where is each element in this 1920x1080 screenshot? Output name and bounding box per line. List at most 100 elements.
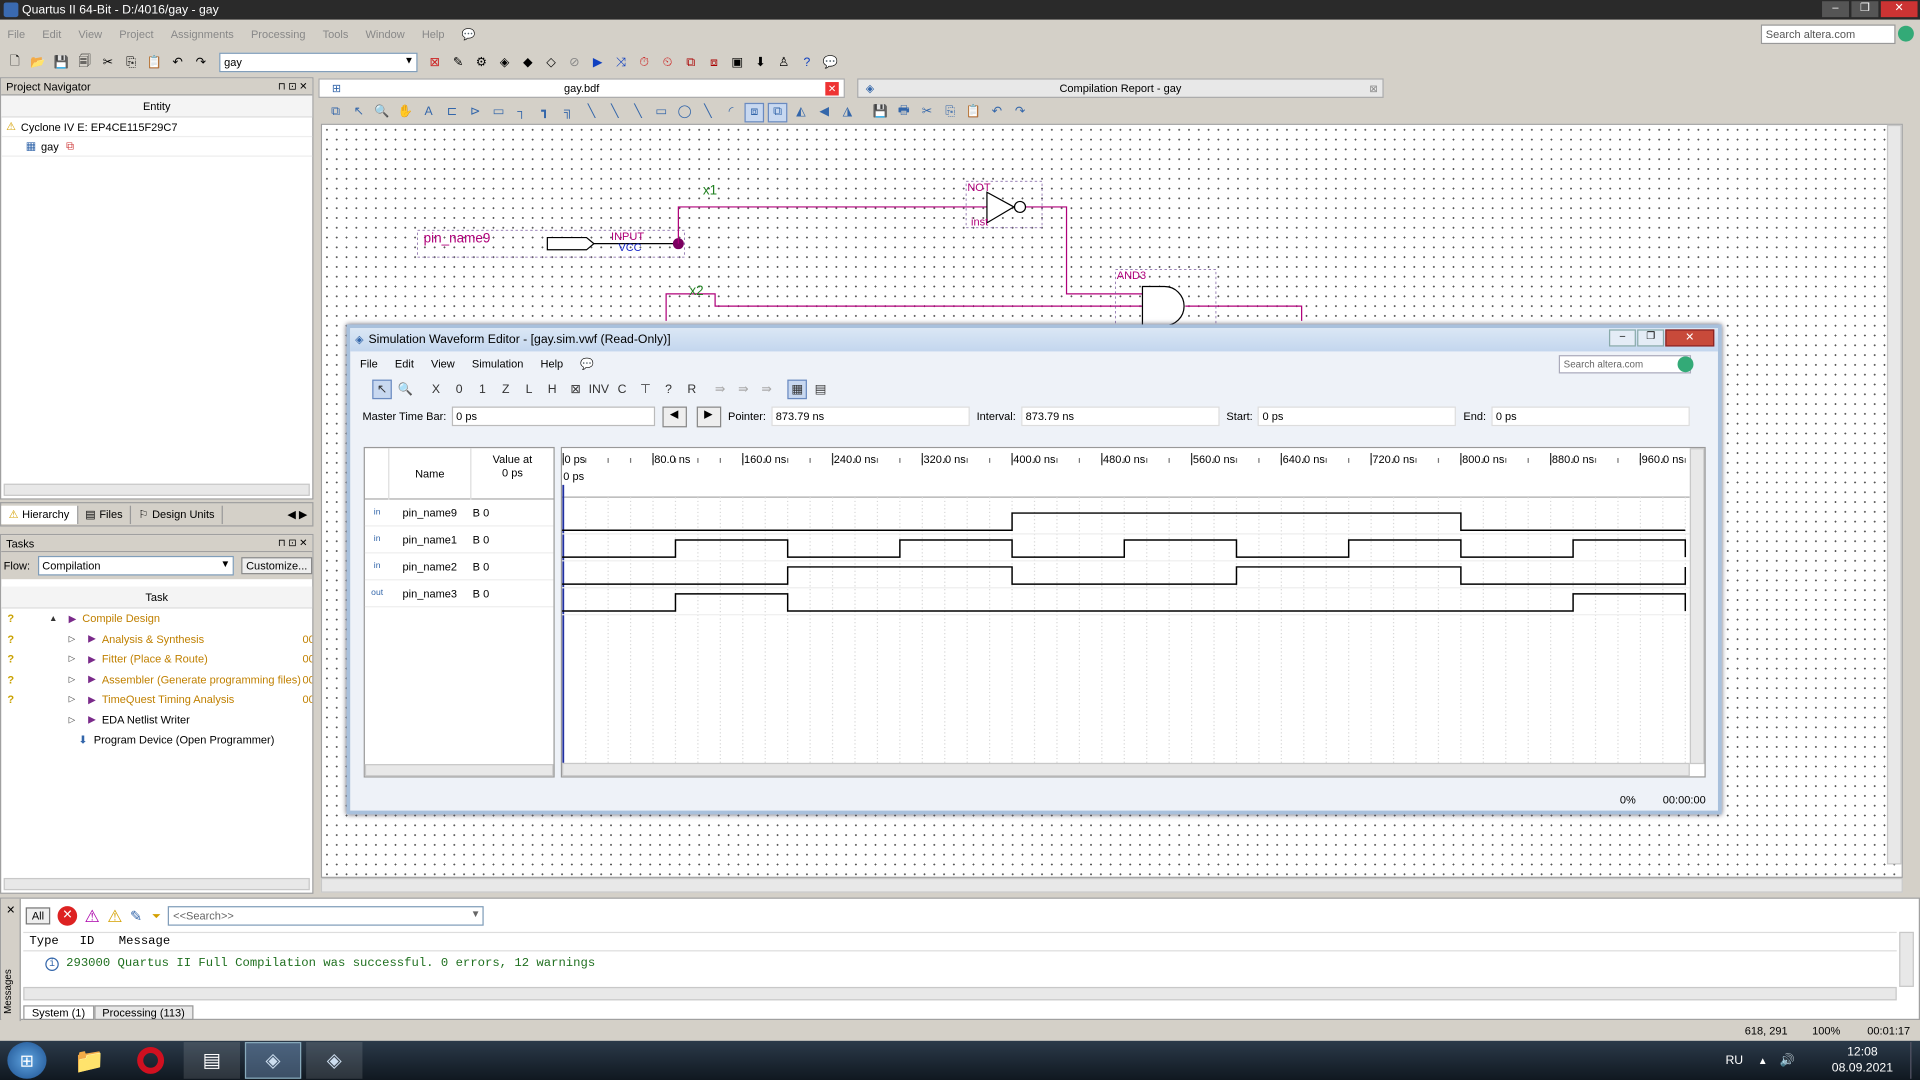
sim-menu-edit[interactable]: Edit — [395, 358, 414, 370]
collapse-arrow-icon[interactable]: ▲ — [49, 614, 69, 623]
block-tool-icon[interactable]: ▭ — [489, 102, 509, 122]
flow-select[interactable]: Compilation ▼ — [37, 555, 234, 576]
menu-window[interactable]: Window — [365, 28, 404, 40]
flip-horizontal-icon[interactable]: ◭ — [791, 102, 811, 122]
print-icon[interactable]: 🖶 — [894, 102, 914, 122]
chip-planner-icon[interactable]: ⊠ — [425, 53, 445, 73]
orthogonal-bus-icon[interactable]: ┓ — [535, 102, 555, 122]
opera-taskbar-icon[interactable] — [122, 1042, 178, 1079]
quartus-taskbar-icon[interactable]: ◈ — [244, 1042, 302, 1079]
help-icon[interactable]: ? — [797, 53, 817, 73]
text-tool-icon[interactable]: A — [419, 102, 439, 122]
force-high-icon[interactable]: 1 — [473, 380, 493, 400]
dont-care-icon[interactable]: ⊠ — [566, 380, 586, 400]
show-desktop-button[interactable] — [1910, 1042, 1920, 1079]
task-row[interactable]: ⬇ Program Device (Open Programmer) — [1, 730, 312, 750]
filter-all-button[interactable]: All — [25, 907, 51, 925]
search-go-icon[interactable] — [1897, 25, 1914, 42]
sim-search-go-icon[interactable] — [1677, 356, 1694, 373]
save-icon[interactable]: 💾 — [51, 53, 71, 73]
messages-vscroll[interactable] — [1899, 931, 1914, 987]
close-tab-icon[interactable]: ✕ — [825, 81, 839, 95]
tab-processing[interactable]: Processing (113) — [93, 1005, 194, 1021]
analysis-icon[interactable]: ◇ — [541, 53, 561, 73]
tab-files[interactable]: ▤ Files — [78, 505, 132, 524]
help-comment-icon[interactable]: 💬 — [462, 28, 476, 41]
messages-search-field[interactable]: <<Search>> ▼ — [168, 906, 485, 926]
signal-hscroll[interactable] — [364, 764, 554, 777]
settings-icon[interactable]: ⚙ — [471, 53, 491, 73]
start-compile-icon[interactable]: ▶ — [588, 53, 608, 73]
tab-scroll-arrows[interactable]: ◀ ▶ — [287, 508, 312, 521]
tech-map-icon[interactable]: ⧈ — [704, 53, 724, 73]
close-button[interactable]: ✕ — [1880, 1, 1918, 18]
force-low-icon[interactable]: 0 — [449, 380, 469, 400]
waveform-hscroll[interactable] — [562, 762, 1690, 777]
message-row[interactable]: i 293000 Quartus II Full Compilation was… — [45, 954, 595, 974]
volume-icon[interactable]: 🔊 — [1780, 1054, 1795, 1067]
generate-netlist-icon[interactable]: ⇛ — [757, 380, 777, 400]
filter-errors-icon[interactable]: ✕ — [57, 906, 78, 926]
expand-arrow-icon[interactable]: ▷ — [69, 715, 89, 725]
menu-project[interactable]: Project — [119, 28, 153, 40]
rotate-icon[interactable]: ◮ — [838, 102, 858, 122]
sim-menu-help[interactable]: Help — [541, 358, 564, 370]
conduit-icon[interactable]: ╗ — [558, 102, 578, 122]
timequest-icon[interactable]: ⏲ — [658, 53, 678, 73]
orthogonal-node-icon[interactable]: ┐ — [512, 102, 532, 122]
paste-icon[interactable]: 📋 — [964, 102, 984, 122]
ellipse-icon[interactable]: ◯ — [675, 102, 695, 122]
sim-help-comment-icon[interactable]: 💬 — [580, 357, 594, 370]
weak-high-icon[interactable]: H — [542, 380, 562, 400]
device-row[interactable]: ⚠ Cyclone IV E: EP4CE115F29C7 — [1, 118, 313, 138]
quartus-sim-taskbar-icon[interactable]: ◈ — [306, 1042, 363, 1079]
chip-icon[interactable]: ▣ — [727, 53, 747, 73]
symbol-tool-icon[interactable]: ⊏ — [442, 102, 462, 122]
tab-design-units[interactable]: ⚐ Design Units — [131, 505, 224, 524]
sim-menu-simulation[interactable]: Simulation — [472, 358, 523, 370]
grid-options-icon[interactable]: ▤ — [811, 380, 831, 400]
expand-arrow-icon[interactable]: ▷ — [69, 695, 89, 705]
save-all-icon[interactable]: 🗐 — [75, 53, 95, 73]
panel-controls[interactable]: ⊓ ⊡ ✕ — [278, 538, 308, 549]
customize-button[interactable]: Customize... — [241, 557, 313, 575]
task-row[interactable]: ? ▷▶ Fitter (Place & Route) 00 — [1, 649, 312, 669]
diag-node-icon[interactable]: ╲ — [582, 102, 602, 122]
panel-controls[interactable]: ⊓ ⊡ ✕ — [278, 81, 308, 92]
stop-icon[interactable]: ⊘ — [564, 53, 584, 73]
messages-close-icon[interactable]: ✕ — [6, 904, 15, 917]
menu-assignments[interactable]: Assignments — [171, 28, 234, 40]
new-file-icon[interactable]: 🗋 — [5, 53, 25, 73]
netlist-icon[interactable]: ◆ — [518, 53, 538, 73]
rectangle-icon[interactable]: ▭ — [651, 102, 671, 122]
task-row[interactable]: ? ▷▶ TimeQuest Timing Analysis 00 — [1, 689, 312, 709]
sim-menu-file[interactable]: File — [360, 358, 378, 370]
signal-row[interactable]: in pin_name1 B 0 — [364, 527, 554, 554]
expand-arrow-icon[interactable]: ▷ — [69, 674, 89, 685]
timing-icon[interactable]: ⏱ — [634, 53, 654, 73]
notepad-taskbar-icon[interactable]: ▤ — [183, 1042, 241, 1079]
save-icon[interactable]: 💾 — [871, 102, 891, 122]
task-row[interactable]: ? ▷ ▶ Assembler (Generate programming files… — [1, 669, 312, 689]
sim-maximize-button[interactable]: ❐ — [1637, 329, 1665, 347]
diag-conduit-icon[interactable]: ╲ — [628, 102, 648, 122]
close-tab-icon[interactable]: ⊠ — [1369, 83, 1377, 94]
pin-planner-icon[interactable]: ✎ — [448, 53, 468, 73]
signaltap-icon[interactable]: ♙ — [774, 53, 794, 73]
filter-warnings-icon[interactable]: ⚠ — [107, 906, 122, 927]
run-timing-icon[interactable]: ⇛ — [733, 380, 753, 400]
force-unknown-icon[interactable]: X — [426, 380, 446, 400]
menu-help[interactable]: Help — [422, 28, 445, 40]
start-button[interactable]: ⊞ — [7, 1042, 47, 1079]
navigator-hscroll[interactable] — [3, 483, 310, 496]
filter-critical-warnings-icon[interactable]: ⚠ — [85, 906, 100, 927]
signal-row[interactable]: out pin_name3 B 0 — [364, 580, 554, 608]
zoom-icon[interactable]: 🔍 — [372, 102, 392, 122]
tray-clock[interactable]: 12:08 — [1832, 1044, 1893, 1060]
rubberband-icon[interactable]: ⧈ — [744, 102, 765, 122]
sim-close-button[interactable]: ✕ — [1665, 329, 1715, 347]
weak-low-icon[interactable]: L — [519, 380, 539, 400]
filter-suppressed-icon[interactable]: ✎ — [130, 907, 142, 924]
tray-date[interactable]: 08.09.2021 — [1832, 1060, 1893, 1076]
partial-line-icon[interactable]: ⧉ — [767, 102, 788, 122]
